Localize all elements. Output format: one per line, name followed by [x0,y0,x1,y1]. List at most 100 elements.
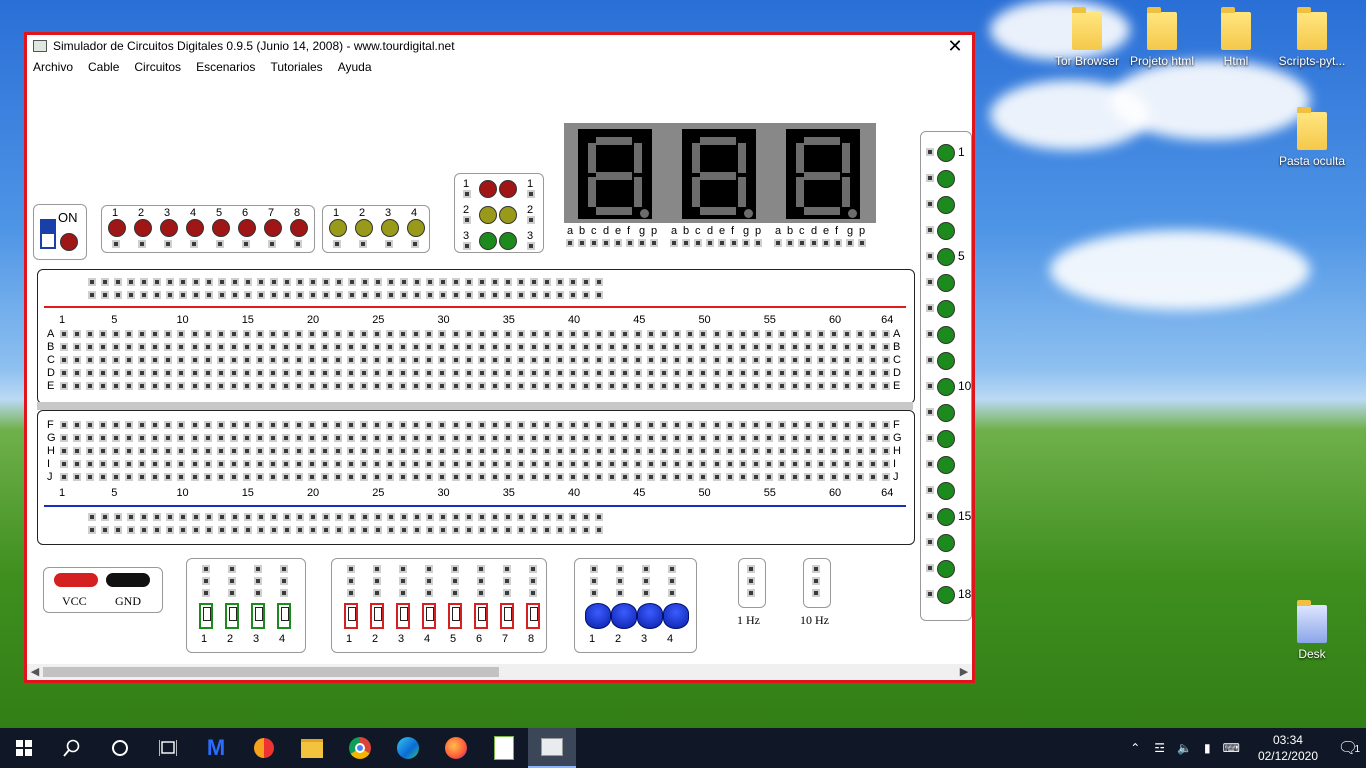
breadboard-hole[interactable] [190,460,199,468]
breadboard-hole[interactable] [60,473,68,481]
breadboard-hole[interactable] [321,343,329,351]
breadboard-hole[interactable] [673,421,682,429]
breadboard-hole[interactable] [478,526,486,534]
breadboard-hole[interactable] [816,369,825,377]
breadboard-hole[interactable] [451,369,460,377]
breadboard-hole[interactable] [882,369,891,377]
breadboard-hole[interactable] [138,356,147,364]
breadboard-hole[interactable] [517,513,525,521]
breadboard-hole[interactable] [582,382,590,390]
breadboard-hole[interactable] [542,343,551,351]
breadboard-hole[interactable] [503,369,512,377]
breadboard-hole[interactable] [138,343,147,351]
breadboard-hole[interactable] [595,513,603,521]
connector-hole[interactable] [347,589,355,597]
breadboard-hole[interactable] [803,434,812,442]
breadboard-hole[interactable] [125,434,134,442]
breadboard-hole[interactable] [529,473,538,481]
breadboard-hole[interactable] [348,278,356,286]
breadboard-hole[interactable] [491,526,499,534]
breadboard-hole[interactable] [399,434,408,442]
breadboard-hole[interactable] [438,330,447,338]
breadboard-hole[interactable] [412,343,421,351]
breadboard-hole[interactable] [856,447,865,455]
breadboard-hole[interactable] [86,460,95,468]
breadboard-hole[interactable] [270,513,278,521]
push-button[interactable] [663,603,689,629]
breadboard-hole[interactable] [582,421,590,429]
breadboard-hole[interactable] [686,369,695,377]
breadboard-hole[interactable] [151,330,160,338]
breadboard-hole[interactable] [699,447,708,455]
breadboard-hole[interactable] [438,369,447,377]
breadboard-hole[interactable] [99,382,108,390]
breadboard-hole[interactable] [451,460,460,468]
breadboard-hole[interactable] [361,513,369,521]
breadboard-hole[interactable] [503,473,512,481]
breadboard-hole[interactable] [203,369,212,377]
breadboard-hole[interactable] [595,382,604,390]
breadboard-hole[interactable] [99,369,108,377]
breadboard-hole[interactable] [177,421,186,429]
breadboard-hole[interactable] [582,356,590,364]
breadboard-hole[interactable] [151,421,160,429]
red-switch[interactable] [396,603,410,629]
breadboard-hole[interactable] [86,356,95,364]
red-switch[interactable] [422,603,436,629]
breadboard-hole[interactable] [242,421,251,429]
breadboard-hole[interactable] [216,330,225,338]
breadboard-hole[interactable] [568,382,577,390]
breadboard-hole[interactable] [555,343,564,351]
push-button[interactable] [611,603,637,629]
breadboard-hole[interactable] [699,356,708,364]
breadboard-hole[interactable] [869,382,878,390]
connector-hole[interactable] [812,577,820,585]
breadboard-hole[interactable] [503,382,512,390]
connector-hole[interactable] [254,577,262,585]
breadboard-hole[interactable] [843,434,851,442]
breadboard-hole[interactable] [647,369,656,377]
breadboard-hole[interactable] [255,343,264,351]
breadboard-hole[interactable] [595,434,604,442]
breadboard-hole[interactable] [294,343,303,351]
breadboard-hole[interactable] [673,434,682,442]
breadboard-hole[interactable] [374,278,382,286]
breadboard-hole[interactable] [321,460,329,468]
breadboard-hole[interactable] [373,473,382,481]
breadboard-hole[interactable] [360,356,369,364]
breadboard-hole[interactable] [517,291,525,299]
breadboard-hole[interactable] [114,278,122,286]
breadboard-hole[interactable] [764,434,773,442]
connector-hole[interactable] [333,240,341,248]
breadboard-hole[interactable] [751,434,760,442]
connector-hole[interactable] [228,589,236,597]
breadboard-hole[interactable] [125,421,134,429]
breadboard-hole[interactable] [242,356,251,364]
breadboard-hole[interactable] [751,460,760,468]
breadboard-hole[interactable] [516,369,525,377]
connector-hole[interactable] [812,565,820,573]
connector-hole[interactable] [858,239,866,247]
breadboard-hole[interactable] [73,434,82,442]
breadboard-hole[interactable] [216,473,225,481]
breadboard-hole[interactable] [153,278,161,286]
breadboard-hole[interactable] [790,330,799,338]
breadboard-hole[interactable] [268,369,277,377]
breadboard-hole[interactable] [829,330,838,338]
breadboard-hole[interactable] [399,460,408,468]
breadboard-hole[interactable] [255,382,264,390]
volume-icon[interactable]: 🔈 [1177,741,1192,755]
desktop-icon-html[interactable]: Html [1196,7,1276,68]
breadboard-hole[interactable] [283,291,291,299]
breadboard-hole[interactable] [582,278,590,286]
push-button[interactable] [585,603,611,629]
connector-hole[interactable] [926,460,934,468]
breadboard-hole[interactable] [569,278,577,286]
breadboard-hole[interactable] [725,356,734,364]
breadboard-hole[interactable] [112,369,121,377]
breadboard-hole[interactable] [530,513,538,521]
breadboard-hole[interactable] [555,460,564,468]
red-switch[interactable] [344,603,358,629]
breadboard-hole[interactable] [244,513,252,521]
breadboard-hole[interactable] [412,356,421,364]
